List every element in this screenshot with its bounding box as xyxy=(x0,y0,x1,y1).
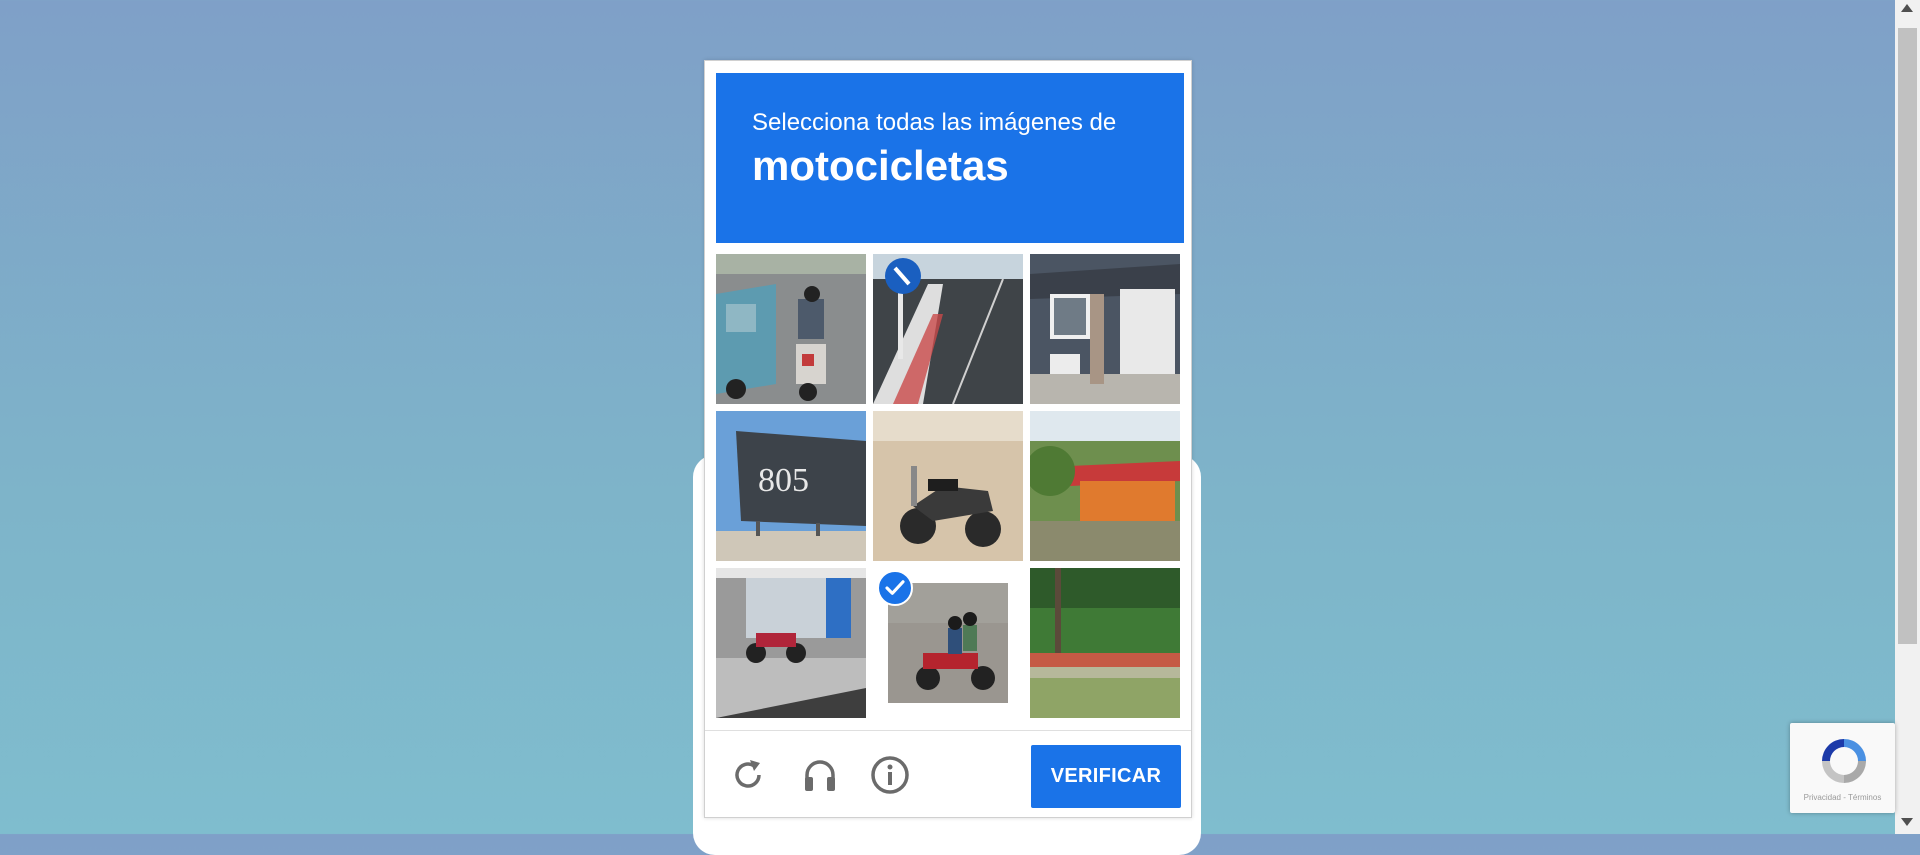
tile-3-image xyxy=(1030,254,1180,404)
info-icon[interactable] xyxy=(870,755,910,795)
image-tile-7[interactable] xyxy=(716,568,866,718)
recaptcha-logo-icon xyxy=(1814,731,1874,791)
link-separator: - xyxy=(1841,793,1848,802)
scroll-up-arrow-icon[interactable] xyxy=(1901,4,1913,12)
image-tile-4[interactable]: 805 xyxy=(716,411,866,561)
tile-4-image: 805 xyxy=(716,411,866,561)
tile-7-image xyxy=(716,568,866,718)
reload-icon[interactable] xyxy=(728,755,768,795)
image-tile-8[interactable] xyxy=(873,568,1023,718)
prompt-lead-text: Selecciona todas las imágenes de xyxy=(752,109,1117,136)
image-tile-1[interactable] xyxy=(716,254,866,404)
tile-2-image xyxy=(873,254,1023,404)
selected-checkmark-icon xyxy=(877,570,913,606)
terms-link[interactable]: Términos xyxy=(1848,793,1881,802)
image-grid: 805 xyxy=(716,254,1184,722)
image-tile-5[interactable] xyxy=(873,411,1023,561)
scrollbar-thumb[interactable] xyxy=(1898,28,1917,644)
headphones-icon[interactable] xyxy=(800,755,840,795)
scroll-down-arrow-icon[interactable] xyxy=(1901,818,1913,826)
verify-button[interactable]: VERIFICAR xyxy=(1031,745,1181,808)
image-tile-3[interactable] xyxy=(1030,254,1180,404)
prompt-target-text: motocicletas xyxy=(752,142,1009,189)
svg-text:805: 805 xyxy=(758,462,809,499)
image-tile-6[interactable] xyxy=(1030,411,1180,561)
footer-divider xyxy=(705,730,1191,731)
tile-5-image xyxy=(873,411,1023,561)
privacy-link[interactable]: Privacidad xyxy=(1804,793,1841,802)
challenge-banner: Selecciona todas las imágenes de motocic… xyxy=(716,73,1184,243)
captcha-challenge-dialog: Selecciona todas las imágenes de motocic… xyxy=(704,60,1192,818)
badge-links: Privacidad - Términos xyxy=(1790,793,1895,802)
tile-1-image xyxy=(716,254,866,404)
tile-9-image xyxy=(1030,568,1180,718)
recaptcha-badge: Privacidad - Términos xyxy=(1790,723,1895,813)
image-tile-9[interactable] xyxy=(1030,568,1180,718)
image-tile-2[interactable] xyxy=(873,254,1023,404)
tile-6-image xyxy=(1030,411,1180,561)
